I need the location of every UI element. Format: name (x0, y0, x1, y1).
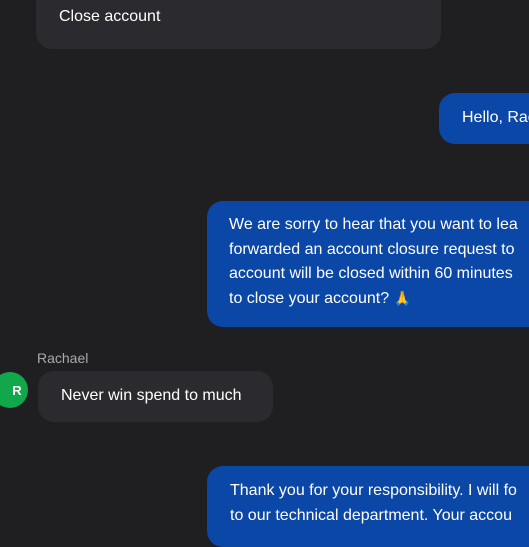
agent-message-greeting: Hello, Rac (439, 93, 529, 144)
user-message-close-account: Close account (36, 0, 441, 49)
message-line-with-emoji: to close your account? 🙏 (229, 287, 529, 312)
user-message-never-win: Never win spend to much (38, 371, 273, 422)
chat-thread: Close account Hello, Rac We are sorry to… (0, 0, 529, 547)
sender-name: Rachael (37, 350, 89, 366)
avatar: R (0, 372, 28, 408)
agent-message-thank-you: Thank you for your responsibility. I wil… (207, 466, 529, 547)
message-text: to close your account? (229, 289, 390, 307)
avatar-initial: R (12, 382, 22, 398)
message-line: Thank you for your responsibility. I wil… (230, 482, 517, 499)
message-text: Close account (59, 8, 161, 25)
message-text: Never win spend to much (61, 387, 242, 404)
pray-emoji-icon: 🙏 (393, 290, 411, 307)
message-line: We are sorry to hear that you want to le… (229, 216, 518, 233)
message-line: to our technical department. Your accou (230, 506, 512, 524)
message-line: account will be closed within 60 minutes (229, 265, 513, 282)
agent-message-closure-request: We are sorry to hear that you want to le… (207, 201, 529, 327)
message-text: Hello, Rac (462, 109, 529, 126)
message-line: forwarded an account closure request to (229, 240, 515, 258)
